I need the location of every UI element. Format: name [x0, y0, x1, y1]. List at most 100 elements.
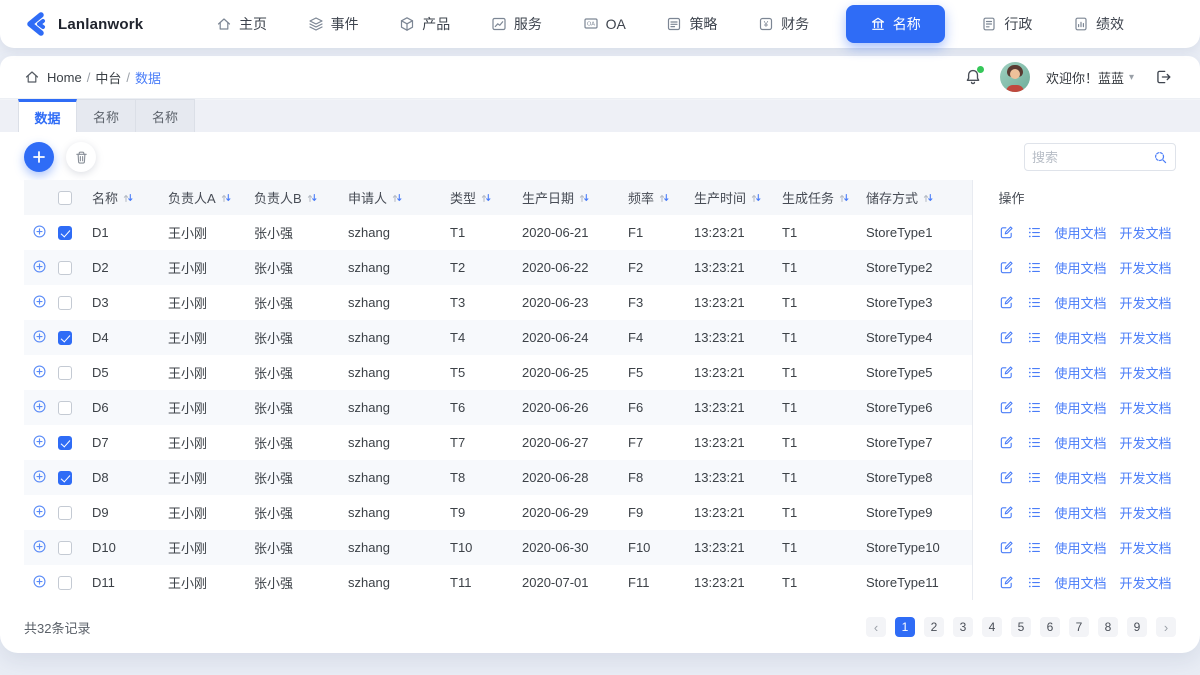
- doc-link-1[interactable]: 开发文档: [1120, 573, 1172, 592]
- row-checkbox[interactable]: [58, 471, 72, 486]
- notification-bell-icon[interactable]: [962, 66, 984, 88]
- doc-link-1[interactable]: 开发文档: [1120, 328, 1172, 347]
- edit-icon[interactable]: [999, 260, 1014, 275]
- doc-link-1[interactable]: 开发文档: [1120, 433, 1172, 452]
- page-button-7[interactable]: 7: [1069, 617, 1089, 637]
- edit-icon[interactable]: [999, 540, 1014, 555]
- doc-link-1[interactable]: 开发文档: [1120, 293, 1172, 312]
- doc-link-0[interactable]: 使用文档: [1055, 258, 1107, 277]
- page-button-1[interactable]: 1: [895, 617, 915, 637]
- expand-row-icon[interactable]: [32, 504, 47, 519]
- expand-row-icon[interactable]: [32, 574, 47, 589]
- sort-icon[interactable]: [220, 192, 232, 204]
- row-checkbox[interactable]: [58, 261, 72, 276]
- row-checkbox[interactable]: [58, 576, 72, 591]
- doc-link-1[interactable]: 开发文档: [1120, 363, 1172, 382]
- nav-item-services[interactable]: 服务: [487, 8, 546, 40]
- page-button-8[interactable]: 8: [1098, 617, 1118, 637]
- expand-row-icon[interactable]: [32, 294, 47, 309]
- edit-icon[interactable]: [999, 435, 1014, 450]
- logout-icon[interactable]: [1150, 64, 1176, 90]
- doc-link-0[interactable]: 使用文档: [1055, 293, 1107, 312]
- list-icon[interactable]: [1027, 505, 1042, 520]
- page-button-4[interactable]: 4: [982, 617, 1002, 637]
- doc-link-0[interactable]: 使用文档: [1055, 363, 1107, 382]
- doc-link-1[interactable]: 开发文档: [1120, 538, 1172, 557]
- tab-2[interactable]: 名称: [136, 99, 195, 132]
- list-icon[interactable]: [1027, 225, 1042, 240]
- page-button-3[interactable]: 3: [953, 617, 973, 637]
- edit-icon[interactable]: [999, 225, 1014, 240]
- page-button-9[interactable]: 9: [1127, 617, 1147, 637]
- nav-item-events[interactable]: 事件: [304, 8, 363, 40]
- page-next-button[interactable]: ›: [1156, 617, 1176, 637]
- page-prev-button[interactable]: ‹: [866, 617, 886, 637]
- expand-row-icon[interactable]: [32, 399, 47, 414]
- doc-link-1[interactable]: 开发文档: [1120, 398, 1172, 417]
- doc-link-0[interactable]: 使用文档: [1055, 573, 1107, 592]
- doc-link-0[interactable]: 使用文档: [1055, 398, 1107, 417]
- list-icon[interactable]: [1027, 295, 1042, 310]
- row-checkbox[interactable]: [58, 436, 72, 451]
- row-checkbox[interactable]: [58, 226, 72, 241]
- edit-icon[interactable]: [999, 295, 1014, 310]
- nav-item-home[interactable]: 主页: [212, 8, 271, 40]
- brand-logo[interactable]: Lanlanwork: [22, 10, 172, 38]
- sort-icon[interactable]: [306, 192, 318, 204]
- doc-link-0[interactable]: 使用文档: [1055, 433, 1107, 452]
- row-checkbox[interactable]: [58, 296, 72, 311]
- edit-icon[interactable]: [999, 330, 1014, 345]
- edit-icon[interactable]: [999, 505, 1014, 520]
- list-icon[interactable]: [1027, 540, 1042, 555]
- add-button[interactable]: [24, 142, 54, 172]
- sort-icon[interactable]: [922, 192, 934, 204]
- sort-icon[interactable]: [391, 192, 403, 204]
- list-icon[interactable]: [1027, 435, 1042, 450]
- expand-row-icon[interactable]: [32, 434, 47, 449]
- sort-icon[interactable]: [480, 192, 492, 204]
- list-icon[interactable]: [1027, 365, 1042, 380]
- doc-link-0[interactable]: 使用文档: [1055, 468, 1107, 487]
- row-checkbox[interactable]: [58, 331, 72, 346]
- doc-link-0[interactable]: 使用文档: [1055, 503, 1107, 522]
- select-all-checkbox[interactable]: [58, 191, 72, 206]
- expand-row-icon[interactable]: [32, 329, 47, 344]
- search-icon[interactable]: [1153, 150, 1168, 165]
- expand-row-icon[interactable]: [32, 469, 47, 484]
- welcome-menu[interactable]: 欢迎你！蓝蓝 ▾: [1046, 68, 1134, 87]
- edit-icon[interactable]: [999, 470, 1014, 485]
- breadcrumb-item[interactable]: Home: [47, 70, 82, 85]
- expand-row-icon[interactable]: [32, 539, 47, 554]
- doc-link-1[interactable]: 开发文档: [1120, 468, 1172, 487]
- doc-link-0[interactable]: 使用文档: [1055, 538, 1107, 557]
- row-checkbox[interactable]: [58, 366, 72, 381]
- search-input[interactable]: [1032, 149, 1153, 165]
- expand-row-icon[interactable]: [32, 259, 47, 274]
- nav-item-performance[interactable]: 绩效: [1069, 8, 1128, 40]
- row-checkbox[interactable]: [58, 541, 72, 556]
- page-button-6[interactable]: 6: [1040, 617, 1060, 637]
- row-checkbox[interactable]: [58, 401, 72, 416]
- row-checkbox[interactable]: [58, 506, 72, 521]
- edit-icon[interactable]: [999, 400, 1014, 415]
- sort-icon[interactable]: [578, 192, 590, 204]
- doc-link-0[interactable]: 使用文档: [1055, 223, 1107, 242]
- breadcrumb-item[interactable]: 数据: [135, 68, 161, 87]
- nav-item-finance[interactable]: ¥ 财务: [754, 8, 813, 40]
- expand-row-icon[interactable]: [32, 224, 47, 239]
- list-icon[interactable]: [1027, 260, 1042, 275]
- sort-icon[interactable]: [750, 192, 762, 204]
- expand-row-icon[interactable]: [32, 364, 47, 379]
- edit-icon[interactable]: [999, 365, 1014, 380]
- sort-icon[interactable]: [658, 192, 670, 204]
- doc-link-1[interactable]: 开发文档: [1120, 258, 1172, 277]
- nav-item-oa[interactable]: OA OA: [579, 10, 630, 38]
- list-icon[interactable]: [1027, 330, 1042, 345]
- list-icon[interactable]: [1027, 470, 1042, 485]
- sort-icon[interactable]: [122, 192, 134, 204]
- doc-link-1[interactable]: 开发文档: [1120, 503, 1172, 522]
- tab-1[interactable]: 名称: [77, 99, 136, 132]
- nav-item-products[interactable]: 产品: [395, 8, 454, 40]
- user-avatar[interactable]: [999, 62, 1030, 92]
- nav-item-admin[interactable]: 行政: [977, 8, 1036, 40]
